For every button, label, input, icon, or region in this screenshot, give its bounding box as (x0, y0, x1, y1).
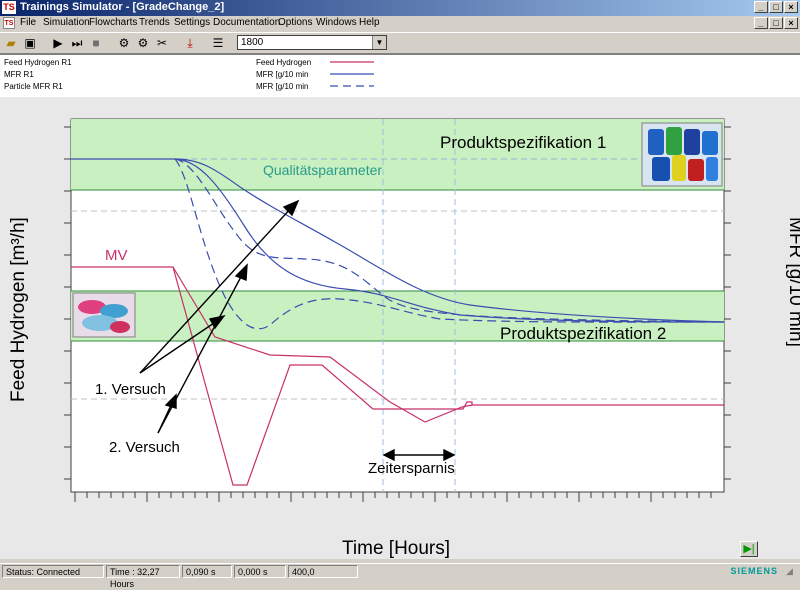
try1-label: 1. Versuch (95, 381, 166, 398)
minimize-button[interactable]: _ (754, 1, 768, 13)
band2-label: Produktspezifikation 2 (500, 324, 666, 343)
menu-trends[interactable]: Trends (139, 17, 170, 28)
menu-options[interactable]: Options (278, 17, 312, 28)
legend-name-mfr: MFR [g/10 min (256, 70, 309, 79)
maximize-button[interactable]: □ (769, 1, 783, 13)
settings-icon[interactable]: ⚙ (135, 35, 151, 51)
tools-icon[interactable]: ✂ (154, 35, 170, 51)
y-axis-left-label: Feed Hydrogen [m³/h] (8, 217, 29, 402)
menu-help[interactable]: Help (359, 17, 380, 28)
status-cycle-time: 0,090 s (182, 565, 232, 578)
trend-plot: Produktspezifikation 1 Qualitätsparamete… (8, 118, 800, 559)
chevron-down-icon[interactable]: ▼ (372, 36, 386, 49)
menu-bar: TS File Simulation Flowcharts Trends Set… (0, 16, 800, 31)
legend-tag-mfr: MFR R1 (4, 70, 34, 79)
child-minimize-button[interactable]: _ (754, 17, 768, 29)
x-axis-label: Time [Hours] (342, 538, 450, 559)
step-forward-icon[interactable]: ⏭ (69, 35, 85, 51)
left-axis-ticks (64, 126, 71, 480)
saving-label: Zeitersparnis (368, 460, 455, 477)
child-maximize-button[interactable]: □ (769, 17, 783, 29)
resize-grip-icon[interactable]: ◢ (786, 566, 798, 578)
save-icon[interactable]: ▣ (22, 35, 38, 51)
bottom-axis-ticks (74, 492, 712, 502)
open-folder-icon[interactable]: ▰ (3, 35, 19, 51)
title-bar: TS Trainings Simulator - [GradeChange_2]… (0, 0, 800, 16)
stop-icon[interactable]: ■ (88, 35, 104, 51)
menu-file[interactable]: File (20, 17, 36, 28)
status-connection: Status: Connected (2, 565, 104, 578)
right-axis-ticks (724, 126, 731, 480)
status-speed: 400,0 (288, 565, 358, 578)
document-icon[interactable]: TS (3, 17, 15, 29)
legend-swatches (330, 61, 374, 87)
legend-name-particle-mfr: MFR [g/10 min (256, 82, 309, 91)
app-logo-icon: TS (2, 1, 16, 14)
quality-label: Qualitätsparameter (263, 162, 382, 178)
status-wait-time: 0,000 s (234, 565, 286, 578)
toolbar: ▰ ▣ ▶ ⏭ ■ ⚙ ⚙ ✂ ⤓ ☰ 1800 ▼ (0, 32, 800, 54)
time-span-select[interactable]: 1800 ▼ (237, 35, 387, 50)
mv-label: MV (105, 247, 128, 264)
window-title: Trainings Simulator - [GradeChange_2] (20, 1, 225, 13)
download-icon[interactable]: ⤓ (182, 35, 198, 51)
y-axis-right-label: MFR [g/10 min] (785, 217, 800, 347)
legend-tag-particle-mfr: Particle MFR R1 (4, 82, 63, 91)
menu-flowcharts[interactable]: Flowcharts (89, 17, 137, 28)
trend-legend: Feed Hydrogen R1 MFR R1 Particle MFR R1 … (0, 54, 800, 97)
list-icon[interactable]: ☰ (210, 35, 226, 51)
play-icon[interactable]: ▶ (50, 35, 66, 51)
legend-tag-hydrogen: Feed Hydrogen R1 (4, 58, 72, 67)
try2-label: 2. Versuch (109, 439, 180, 456)
close-button[interactable]: × (784, 1, 798, 13)
status-time: Time : 32,27 Hours (106, 565, 180, 589)
siemens-logo: SIEMENS (730, 566, 778, 576)
menu-documentation[interactable]: Documentation (213, 17, 280, 28)
child-close-button[interactable]: × (784, 17, 798, 29)
legend-name-hydrogen: Feed Hydrogen (256, 58, 312, 67)
container-product-image (72, 292, 136, 338)
menu-settings[interactable]: Settings (174, 17, 210, 28)
menu-simulation[interactable]: Simulation (43, 17, 90, 28)
skip-forward-icon: ▶| (743, 543, 755, 555)
trend-chart: Produktspezifikation 1 Qualitätsparamete… (0, 97, 800, 559)
flowchart-icon[interactable]: ⚙ (116, 35, 132, 51)
menu-windows[interactable]: Windows (316, 17, 357, 28)
spec-band-1 (71, 119, 724, 190)
next-page-button[interactable]: ▶| (740, 541, 758, 557)
status-bar: Status: Connected Time : 32,27 Hours 0,0… (0, 563, 800, 589)
band1-label: Produktspezifikation 1 (440, 133, 606, 152)
canister-product-image (641, 122, 723, 187)
